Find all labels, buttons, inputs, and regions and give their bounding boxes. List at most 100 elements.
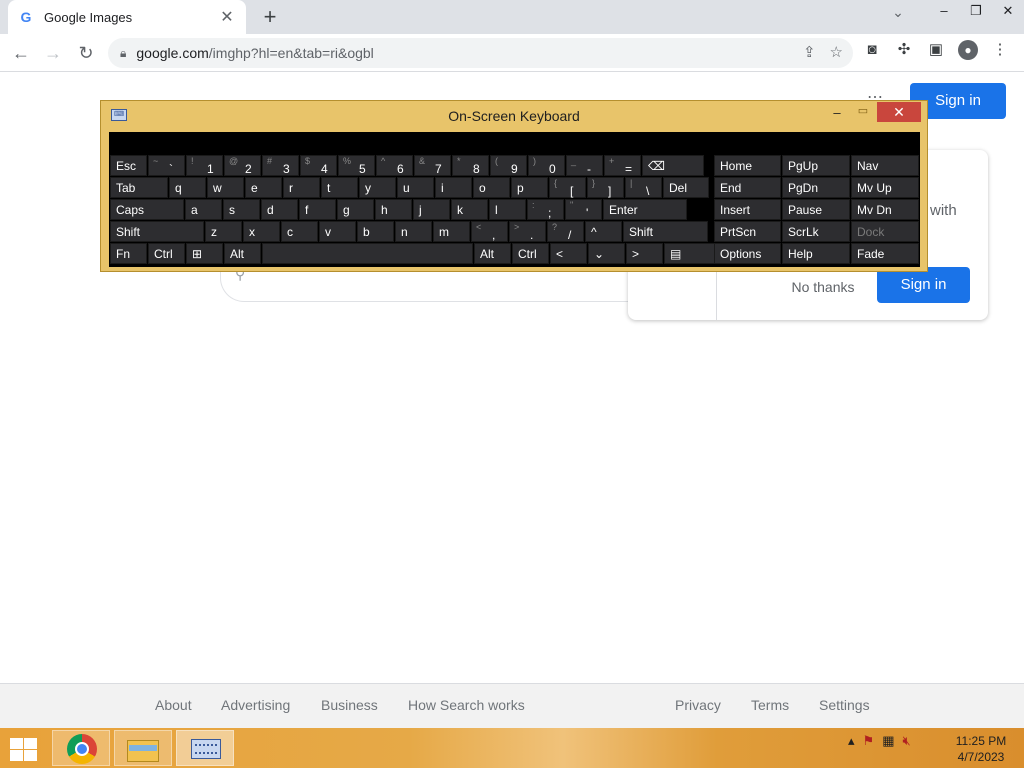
footer-link-privacy[interactable]: Privacy <box>675 697 721 713</box>
osk-key-9[interactable]: (9 <box>490 155 527 176</box>
osk-key-end[interactable]: End <box>714 177 781 198</box>
osk-key-symbol[interactable]: <, <box>471 221 508 242</box>
osk-key-mv-dn[interactable]: Mv Dn <box>851 199 919 220</box>
osk-key-shift[interactable]: Shift <box>110 221 204 242</box>
osk-key-ctrl[interactable]: Ctrl <box>512 243 549 264</box>
osk-key-symbol[interactable]: | \ <box>625 177 662 198</box>
osk-key-home[interactable]: Home <box>714 155 781 176</box>
osk-key-5[interactable]: % 5 <box>338 155 375 176</box>
osk-key-r[interactable]: r <box>283 177 320 198</box>
osk-key-shift[interactable]: Shift <box>623 221 708 242</box>
windows-start-icon[interactable] <box>8 736 38 762</box>
extension-icon[interactable]: ◙ <box>862 40 882 60</box>
osk-key-b[interactable]: b <box>357 221 394 242</box>
osk-key-m[interactable]: m <box>433 221 470 242</box>
osk-key-caps[interactable]: Caps <box>110 199 184 220</box>
osk-key-a[interactable]: a <box>185 199 222 220</box>
network-icon[interactable]: ▦ <box>882 733 894 749</box>
puzzle-extensions-icon[interactable]: ✣ <box>894 40 914 60</box>
chrome-taskbar-icon[interactable] <box>52 730 110 766</box>
osk-key-0[interactable]: ) 0 <box>528 155 565 176</box>
bookmark-star-icon[interactable]: ☆ <box>830 43 843 61</box>
osk-minimize-icon[interactable]: – <box>827 105 847 120</box>
restore-icon[interactable]: ❐ <box>960 0 992 24</box>
taskbar-clock[interactable]: 11:25 PM 4/7/2023 <box>950 733 1012 765</box>
osk-key-d[interactable]: d <box>261 199 298 220</box>
tab-search-chevron-icon[interactable]: ⌄ <box>886 4 910 21</box>
osk-key-insert[interactable]: Insert <box>714 199 781 220</box>
osk-titlebar[interactable]: ⌨ On-Screen Keyboard – ▭ ✕ <box>101 101 927 131</box>
osk-key-symbol[interactable]: :; <box>527 199 564 220</box>
osk-key-symbol[interactable]: " ' <box>565 199 602 220</box>
close-window-icon[interactable]: ✕ <box>992 0 1024 24</box>
footer-link-advertising[interactable]: Advertising <box>221 697 290 713</box>
osk-key-o[interactable]: o <box>473 177 510 198</box>
osk-key-v[interactable]: v <box>319 221 356 242</box>
osk-key-t[interactable]: t <box>321 177 358 198</box>
osk-key-symbol[interactable]: >. <box>509 221 546 242</box>
reload-icon[interactable]: ↻ <box>73 40 99 66</box>
osk-key-fade[interactable]: Fade <box>851 243 919 264</box>
osk-key-nav[interactable]: Nav <box>851 155 919 176</box>
forward-arrow-icon[interactable]: → <box>40 40 66 66</box>
osk-key-n[interactable]: n <box>395 221 432 242</box>
osk-key-symbol[interactable]: > <box>626 243 663 264</box>
osk-key-x[interactable]: x <box>243 221 280 242</box>
side-panel-icon[interactable]: ▣ <box>926 40 946 60</box>
osk-key-1[interactable]: ! 1 <box>186 155 223 176</box>
osk-key-symbol[interactable]: ? / <box>547 221 584 242</box>
osk-key-tab[interactable]: Tab <box>110 177 168 198</box>
footer-link-business[interactable]: Business <box>321 697 378 713</box>
footer-link-about[interactable]: About <box>155 697 192 713</box>
no-thanks-button[interactable]: No thanks <box>778 270 868 304</box>
minimize-icon[interactable]: – <box>928 0 960 24</box>
osk-key-esc[interactable]: Esc <box>110 155 147 176</box>
osk-key-s[interactable]: s <box>223 199 260 220</box>
file-explorer-taskbar-icon[interactable] <box>114 730 172 766</box>
osk-maximize-icon[interactable]: ▭ <box>853 104 873 117</box>
osk-key-scrlk[interactable]: ScrLk <box>782 221 850 242</box>
osk-key-q[interactable]: q <box>169 177 206 198</box>
osk-key-8[interactable]: * 8 <box>452 155 489 176</box>
osk-key-symbol[interactable]: ~ ` <box>148 155 185 176</box>
osk-key-pgdn[interactable]: PgDn <box>782 177 850 198</box>
osk-key-enter[interactable]: Enter <box>603 199 687 220</box>
osk-key-pgup[interactable]: PgUp <box>782 155 850 176</box>
osk-key-c[interactable]: c <box>281 221 318 242</box>
osk-key-ctrl[interactable]: Ctrl <box>148 243 185 264</box>
osk-key-7[interactable]: & 7 <box>414 155 451 176</box>
osk-key-symbol[interactable]: _ - <box>566 155 603 176</box>
osk-key-symbol[interactable]: {[ <box>549 177 586 198</box>
osk-key-symbol[interactable]: ▤ <box>664 243 718 264</box>
footer-link-settings[interactable]: Settings <box>819 697 870 713</box>
osk-key-symbol[interactable]: + = <box>604 155 641 176</box>
menu-kebab-icon[interactable]: ⋮ <box>990 40 1010 60</box>
osk-key-k[interactable]: k <box>451 199 488 220</box>
osk-key-alt[interactable]: Alt <box>474 243 511 264</box>
osk-key-i[interactable]: i <box>435 177 472 198</box>
osk-key-symbol[interactable]: ⌄ <box>588 243 625 264</box>
osk-key-help[interactable]: Help <box>782 243 850 264</box>
osk-key-space[interactable] <box>262 243 473 264</box>
osk-key-fn[interactable]: Fn <box>110 243 147 264</box>
osk-key-symbol[interactable]: ⌫ <box>642 155 704 176</box>
osk-key-symbol[interactable]: ^ <box>585 221 622 242</box>
footer-link-terms[interactable]: Terms <box>751 697 789 713</box>
osk-key-p[interactable]: p <box>511 177 548 198</box>
osk-key-z[interactable]: z <box>205 221 242 242</box>
osk-key-del[interactable]: Del <box>663 177 709 198</box>
url-text[interactable]: google.com/imghp?hl=en&tab=ri&ogbl <box>136 45 373 61</box>
osk-close-icon[interactable]: ✕ <box>877 102 921 122</box>
promo-sign-in-button[interactable]: Sign in <box>877 267 970 303</box>
osk-key-4[interactable]: $4 <box>300 155 337 176</box>
tab-close-icon[interactable]: ✕ <box>218 7 236 27</box>
back-arrow-icon[interactable]: ← <box>8 40 34 66</box>
osk-key-y[interactable]: y <box>359 177 396 198</box>
osk-key-3[interactable]: #3 <box>262 155 299 176</box>
osk-key-symbol[interactable]: ⊞ <box>186 243 223 264</box>
osk-key-symbol[interactable]: }] <box>587 177 624 198</box>
address-bar[interactable]: 🔒︎ google.com/imghp?hl=en&tab=ri&ogbl ⇪ … <box>108 38 853 68</box>
osk-key-h[interactable]: h <box>375 199 412 220</box>
on-screen-keyboard-taskbar-icon[interactable] <box>176 730 234 766</box>
osk-key-alt[interactable]: Alt <box>224 243 261 264</box>
